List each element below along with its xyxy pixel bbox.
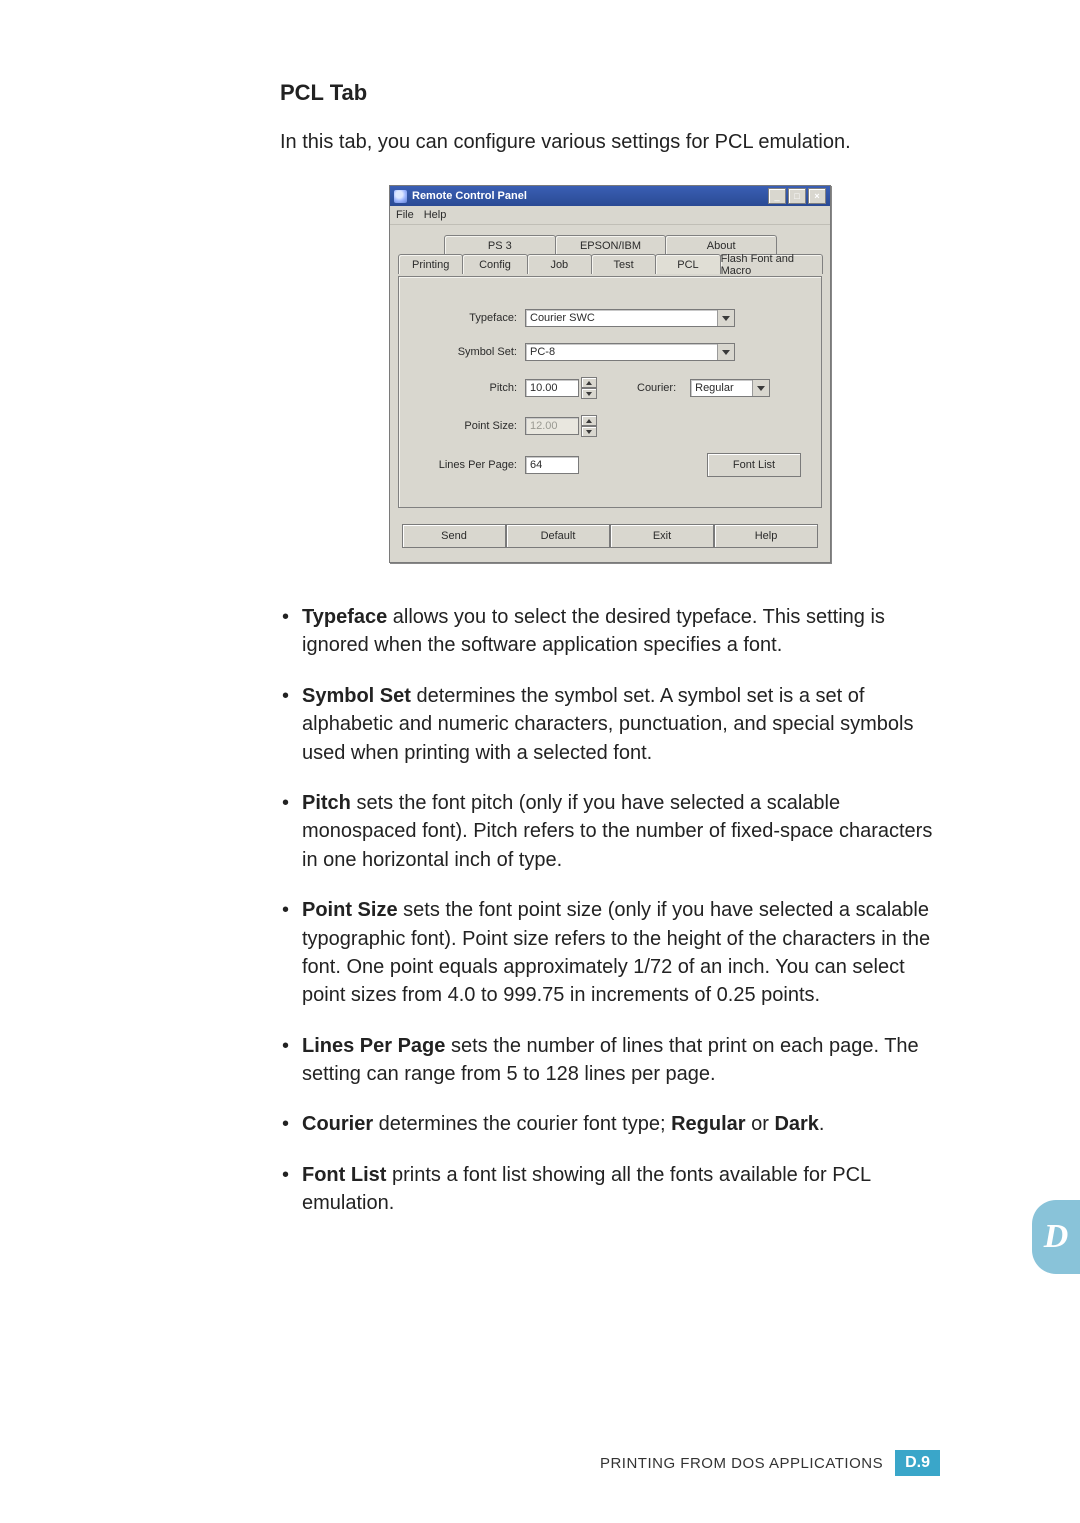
typeface-value: Courier SWC <box>530 312 595 324</box>
chevron-down-icon[interactable] <box>717 344 734 360</box>
side-section-tab: D <box>1032 1200 1080 1274</box>
footer-text: PRINTING FROM DOS APPLICATIONS <box>600 1455 883 1472</box>
tab-printing[interactable]: Printing <box>398 254 463 274</box>
section-heading: PCL Tab <box>280 80 940 106</box>
symbolset-value: PC-8 <box>530 346 555 358</box>
help-button[interactable]: Help <box>714 524 818 548</box>
exit-button[interactable]: Exit <box>610 524 714 548</box>
typeface-label: Typeface: <box>419 312 525 324</box>
side-section-letter: D <box>1044 1218 1069 1256</box>
tab-ps3[interactable]: PS 3 <box>444 235 556 255</box>
courier-label: Courier: <box>637 382 684 394</box>
tab-test[interactable]: Test <box>591 254 656 274</box>
minimize-button[interactable]: _ <box>768 188 786 204</box>
font-list-button[interactable]: Font List <box>707 453 801 477</box>
window-title: Remote Control Panel <box>412 190 527 202</box>
symbolset-label: Symbol Set: <box>419 346 525 358</box>
lines-input[interactable]: 64 <box>525 456 579 474</box>
send-button[interactable]: Send <box>402 524 506 548</box>
tab-rows: PS 3 EPSON/IBM About Printing Config Job… <box>398 235 822 274</box>
bullet-pitch: Pitch sets the font pitch (only if you h… <box>280 789 940 874</box>
tab-pcl[interactable]: PCL <box>655 254 720 274</box>
symbolset-combo[interactable]: PC-8 <box>525 343 735 361</box>
pitch-up-button[interactable] <box>581 377 597 388</box>
bullet-lines-per-page: Lines Per Page sets the number of lines … <box>280 1032 940 1089</box>
lines-label: Lines Per Page: <box>419 459 525 471</box>
courier-combo[interactable]: Regular <box>690 379 770 397</box>
pointsize-up-button <box>581 415 597 426</box>
titlebar[interactable]: Remote Control Panel _ □ × <box>390 186 830 206</box>
bullet-courier: Courier determines the courier font type… <box>280 1110 940 1138</box>
chevron-down-icon[interactable] <box>752 380 769 396</box>
chevron-down-icon[interactable] <box>717 310 734 326</box>
pointsize-label: Point Size: <box>419 420 525 432</box>
pitch-spinner[interactable]: 10.00 <box>525 379 579 397</box>
close-button[interactable]: × <box>808 188 826 204</box>
description-list: Typeface allows you to select the desire… <box>280 603 940 1218</box>
typeface-combo[interactable]: Courier SWC <box>525 309 735 327</box>
tab-panel-pcl: Typeface: Courier SWC Symbol Set: PC-8 <box>398 276 822 508</box>
menu-file[interactable]: File <box>396 209 414 221</box>
tab-config[interactable]: Config <box>462 254 527 274</box>
intro-text: In this tab, you can configure various s… <box>280 128 940 157</box>
pointsize-spinner: 12.00 <box>525 417 579 435</box>
tab-epson[interactable]: EPSON/IBM <box>555 235 667 255</box>
pitch-label: Pitch: <box>419 382 525 394</box>
pointsize-down-button <box>581 426 597 437</box>
bullet-font-list: Font List prints a font list showing all… <box>280 1161 940 1218</box>
courier-value: Regular <box>695 382 734 394</box>
tab-job[interactable]: Job <box>527 254 592 274</box>
bullet-typeface: Typeface allows you to select the desire… <box>280 603 940 660</box>
default-button[interactable]: Default <box>506 524 610 548</box>
maximize-button[interactable]: □ <box>788 188 806 204</box>
app-icon <box>394 190 407 203</box>
tab-flash-font[interactable]: Flash Font and Macro <box>720 254 823 274</box>
bullet-point-size: Point Size sets the font point size (onl… <box>280 896 940 1010</box>
page-number: D.9 <box>895 1450 940 1476</box>
page-footer: PRINTING FROM DOS APPLICATIONS D.9 <box>280 1450 940 1476</box>
remote-control-panel-window: Remote Control Panel _ □ × File Help PS … <box>389 185 831 563</box>
bullet-symbol-set: Symbol Set determines the symbol set. A … <box>280 682 940 767</box>
menu-help[interactable]: Help <box>424 209 447 221</box>
pitch-down-button[interactable] <box>581 388 597 399</box>
menubar: File Help <box>390 206 830 225</box>
